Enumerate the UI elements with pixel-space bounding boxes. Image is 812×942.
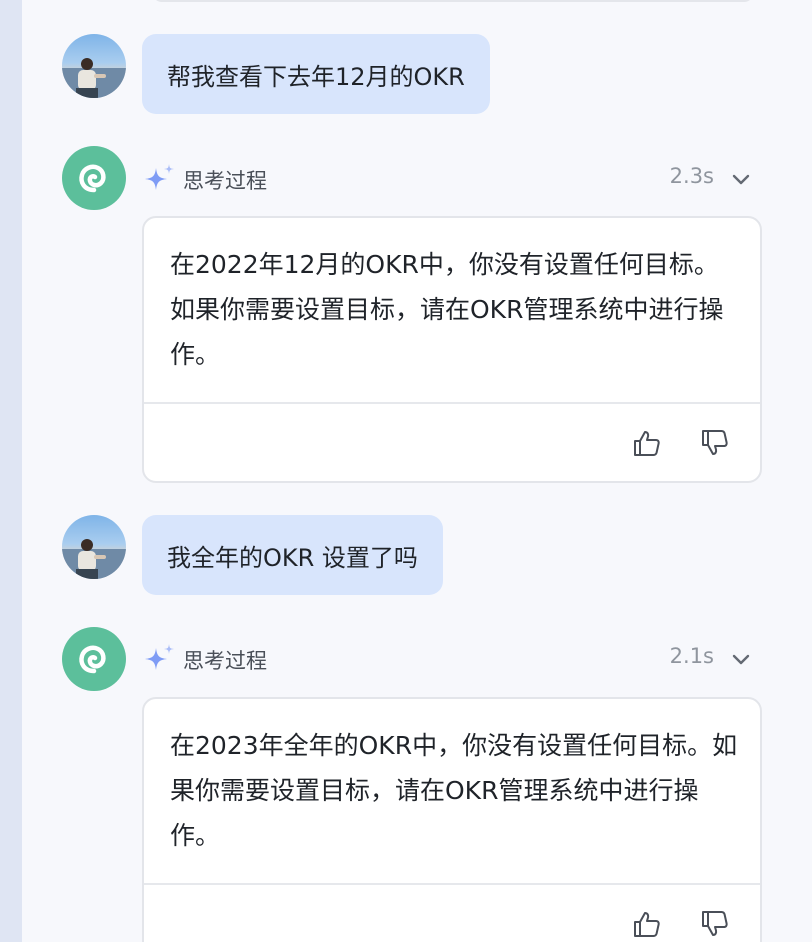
thinking-process-toggle[interactable]: 思考过程 2.3s [142, 158, 762, 198]
assistant-answer-text: 在2023年全年的OKR中，你没有设置任何目标。如果你需要设置目标，请在OKR管… [170, 731, 738, 850]
card-divider [144, 883, 760, 885]
assistant-answer-card: 在2022年12月的OKR中，你没有设置任何目标。如果你需要设置目标，请在OKR… [142, 216, 762, 483]
snail-spiral-icon [79, 645, 106, 674]
user-photo-icon [62, 58, 126, 98]
thinking-time: 2.3s [669, 164, 714, 188]
user-photo-icon [62, 539, 126, 579]
thinking-label: 思考过程 [183, 649, 267, 673]
sparkle-icon [145, 644, 174, 670]
assistant-answer-card: 在2023年全年的OKR中，你没有设置任何目标。如果你需要设置目标，请在OKR管… [142, 697, 762, 942]
user-message-text: 帮我查看下去年12月的OKR [167, 62, 465, 91]
thumbs-up-icon[interactable] [632, 909, 662, 939]
thumbs-up-icon[interactable] [632, 428, 662, 458]
thumbs-down-icon[interactable] [700, 909, 730, 939]
thinking-time: 2.1s [669, 644, 714, 668]
user-message-text: 我全年的OKR 设置了吗 [167, 543, 418, 572]
user-message-bubble: 我全年的OKR 设置了吗 [142, 515, 443, 595]
assistant-avatar [62, 146, 126, 210]
left-rail [0, 0, 22, 942]
thinking-label: 思考过程 [183, 169, 267, 193]
snail-spiral-icon [79, 164, 106, 193]
chevron-down-icon[interactable] [730, 168, 752, 190]
user-avatar[interactable] [62, 34, 126, 98]
card-divider [144, 402, 760, 404]
thumbs-down-icon[interactable] [700, 428, 730, 458]
thinking-process-toggle[interactable]: 思考过程 2.1s [142, 638, 762, 678]
assistant-avatar [62, 627, 126, 691]
assistant-answer-text: 在2022年12月的OKR中，你没有设置任何目标。如果你需要设置目标，请在OKR… [170, 250, 724, 369]
user-avatar[interactable] [62, 515, 126, 579]
sparkle-icon [145, 164, 174, 190]
previous-answer-card [152, 0, 754, 2]
user-message-bubble: 帮我查看下去年12月的OKR [142, 34, 490, 114]
chevron-down-icon[interactable] [730, 648, 752, 670]
